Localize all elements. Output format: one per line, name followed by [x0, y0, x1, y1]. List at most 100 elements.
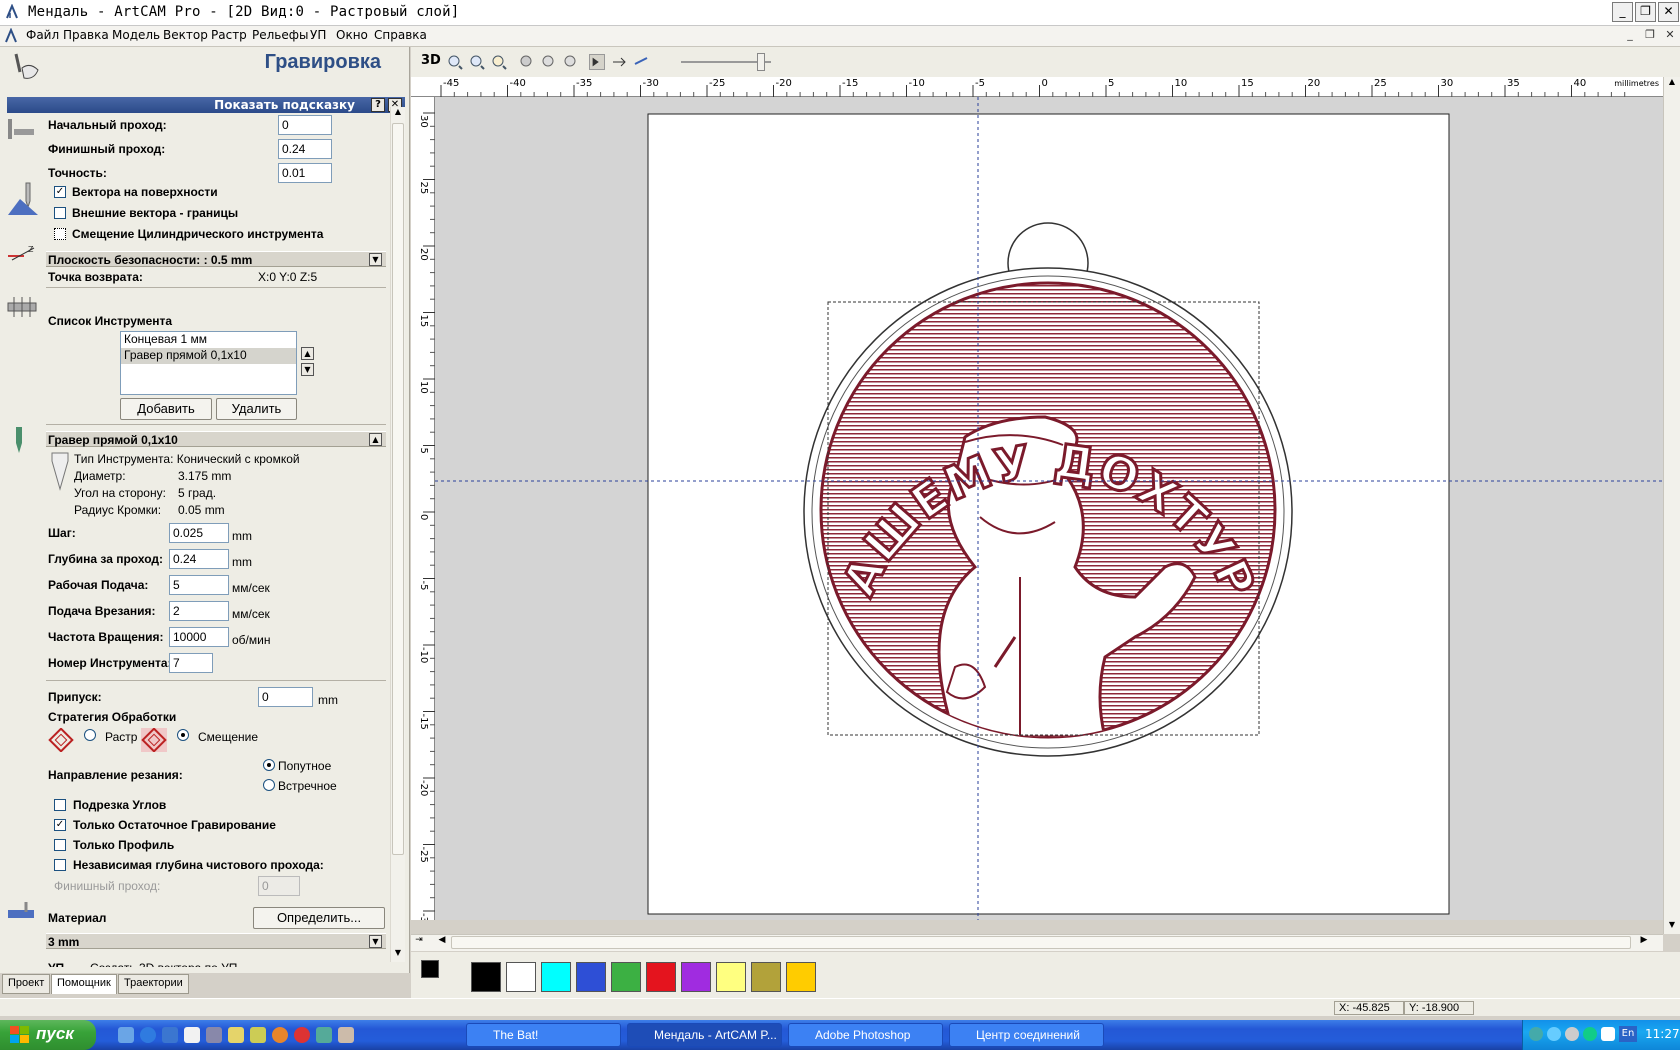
scroll-down-icon[interactable]: ▼: [392, 948, 404, 962]
menu-file[interactable]: Файл: [26, 28, 59, 42]
tab-project[interactable]: Проект: [2, 974, 51, 994]
mdi-minimize-button[interactable]: _: [1622, 28, 1638, 43]
scroll-right-icon[interactable]: ▶: [1637, 935, 1651, 951]
tool-number-input[interactable]: 7: [169, 653, 213, 673]
offset-radio[interactable]: [177, 729, 189, 741]
zoom-slider-thumb[interactable]: [757, 53, 765, 71]
scroll-down-icon[interactable]: ▼: [1665, 920, 1679, 934]
scroll-up-icon[interactable]: ▲: [392, 107, 404, 121]
scroll-up-icon[interactable]: ▲: [1665, 77, 1679, 91]
maximize-button[interactable]: ❐: [1635, 2, 1656, 22]
feed-input[interactable]: 5: [169, 575, 229, 595]
allowance-input[interactable]: 0: [258, 687, 313, 707]
corner-trim-checkbox[interactable]: [54, 799, 66, 811]
move-down-icon[interactable]: ▼: [301, 363, 314, 376]
zoom-box-icon[interactable]: [491, 54, 507, 70]
quicklaunch-icon[interactable]: [162, 1027, 178, 1043]
canvas-svg[interactable]: НАШЕМУ ДОХТУРУ: [435, 97, 1663, 920]
quicklaunch-icon[interactable]: [250, 1027, 266, 1043]
rest-only-checkbox[interactable]: ✓: [54, 819, 66, 831]
quicklaunch-icon[interactable]: [272, 1027, 288, 1043]
chevron-down-icon[interactable]: ▼: [369, 253, 382, 266]
mdi-restore-button[interactable]: ❐: [1642, 28, 1658, 43]
color-swatch[interactable]: [471, 962, 501, 992]
color-swatch[interactable]: [646, 962, 676, 992]
tray-icon[interactable]: [1601, 1027, 1615, 1041]
quicklaunch-icon[interactable]: [228, 1027, 244, 1043]
tray-icon[interactable]: [1583, 1027, 1597, 1041]
tab-assistant[interactable]: Помощник: [51, 974, 117, 994]
task-the-bat[interactable]: The Bat!: [466, 1023, 621, 1047]
color-swatch[interactable]: [506, 962, 536, 992]
zoom-in-icon[interactable]: [447, 54, 463, 70]
outer-vectors-checkbox[interactable]: [54, 207, 66, 219]
close-button[interactable]: ✕: [1658, 2, 1679, 22]
start-button[interactable]: пуск: [0, 1020, 96, 1050]
list-item[interactable]: Гравер прямой 0,1х10: [121, 348, 296, 364]
tab-toolpaths[interactable]: Траектории: [118, 974, 189, 994]
tolerance-input[interactable]: 0.01: [278, 163, 332, 183]
color-swatch[interactable]: [716, 962, 746, 992]
help-icon[interactable]: ?: [371, 98, 385, 112]
define-material-button[interactable]: Определить...: [253, 907, 385, 929]
task-photoshop[interactable]: Adobe Photoshop: [788, 1023, 943, 1047]
color-swatch[interactable]: [576, 962, 606, 992]
finish-pass2-input[interactable]: 0: [258, 876, 300, 896]
drawing-canvas[interactable]: НАШЕМУ ДОХТУРУ: [435, 97, 1663, 920]
cyl-offset-checkbox[interactable]: [54, 228, 66, 240]
quicklaunch-icon[interactable]: [338, 1027, 354, 1043]
plunge-input[interactable]: 2: [169, 601, 229, 621]
scroll-left-icon[interactable]: ◀: [435, 935, 449, 951]
ie-icon[interactable]: [140, 1027, 156, 1043]
zoom-previous-icon[interactable]: [563, 54, 579, 70]
hint-bar[interactable]: Показать подсказку ? ✕: [7, 97, 405, 113]
add-tool-button[interactable]: Добавить: [120, 398, 212, 420]
show-hint-label[interactable]: Показать подсказку: [214, 98, 355, 112]
list-item[interactable]: Концевая 1 мм: [121, 332, 296, 348]
task-network[interactable]: Центр соединений: [949, 1023, 1104, 1047]
delete-tool-button[interactable]: Удалить: [216, 398, 297, 420]
menu-reliefs[interactable]: Рельефы: [252, 28, 308, 42]
tray-icon[interactable]: [1547, 1027, 1561, 1041]
zoom-out-icon[interactable]: [469, 54, 485, 70]
color-swatch[interactable]: [786, 962, 816, 992]
raster-radio[interactable]: [84, 729, 96, 741]
material-bar[interactable]: 3 mm ▼: [46, 933, 386, 949]
panel-scrollbar[interactable]: ▲ ▼: [390, 107, 405, 962]
language-indicator[interactable]: En: [1619, 1026, 1637, 1042]
quicklaunch-icon[interactable]: [316, 1027, 332, 1043]
tool-details-bar[interactable]: Гравер прямой 0,1х10 ▲: [46, 431, 386, 447]
canvas-horizontal-scrollbar[interactable]: ⇥ ◀ ▶: [411, 934, 1663, 951]
chevron-up-icon[interactable]: ▲: [369, 433, 382, 446]
layer-toggle-icon[interactable]: ⇥: [411, 935, 427, 951]
menu-window[interactable]: Окно: [336, 28, 368, 42]
tray-icon[interactable]: [1565, 1027, 1579, 1041]
mdi-close-button[interactable]: ✕: [1662, 28, 1678, 43]
color-swatch[interactable]: [751, 962, 781, 992]
tool-listbox[interactable]: Концевая 1 мм Гравер прямой 0,1х10: [120, 331, 297, 395]
scroll-thumb[interactable]: [451, 936, 1631, 949]
profile-only-checkbox[interactable]: [54, 839, 66, 851]
conventional-radio[interactable]: [263, 779, 275, 791]
step-input[interactable]: 0.025: [169, 523, 229, 543]
node-edit-icon[interactable]: [611, 54, 627, 70]
vectors-on-surface-checkbox[interactable]: ✓: [54, 186, 66, 198]
task-artcam[interactable]: Мендаль - ArtCAM P...: [627, 1023, 782, 1047]
menu-model[interactable]: Модель: [112, 28, 160, 42]
color-swatch[interactable]: [681, 962, 711, 992]
climb-radio[interactable]: [263, 759, 275, 771]
canvas-vertical-scrollbar[interactable]: ▲ ▼: [1663, 77, 1680, 934]
tray-icon[interactable]: [1529, 1027, 1543, 1041]
zoom-selection-icon[interactable]: [541, 54, 557, 70]
menu-edit[interactable]: Правка: [63, 28, 109, 42]
menu-toolpaths[interactable]: УП: [310, 28, 326, 42]
menu-vector[interactable]: Вектор: [163, 28, 208, 42]
spindle-input[interactable]: 10000: [169, 627, 229, 647]
indep-depth-checkbox[interactable]: [54, 859, 66, 871]
color-swatch[interactable]: [541, 962, 571, 992]
depth-input[interactable]: 0.24: [169, 549, 229, 569]
zoom-all-icon[interactable]: [519, 54, 535, 70]
menu-raster[interactable]: Растр: [211, 28, 247, 42]
chevron-down-icon[interactable]: ▼: [369, 935, 382, 948]
quicklaunch-icon[interactable]: [294, 1027, 310, 1043]
